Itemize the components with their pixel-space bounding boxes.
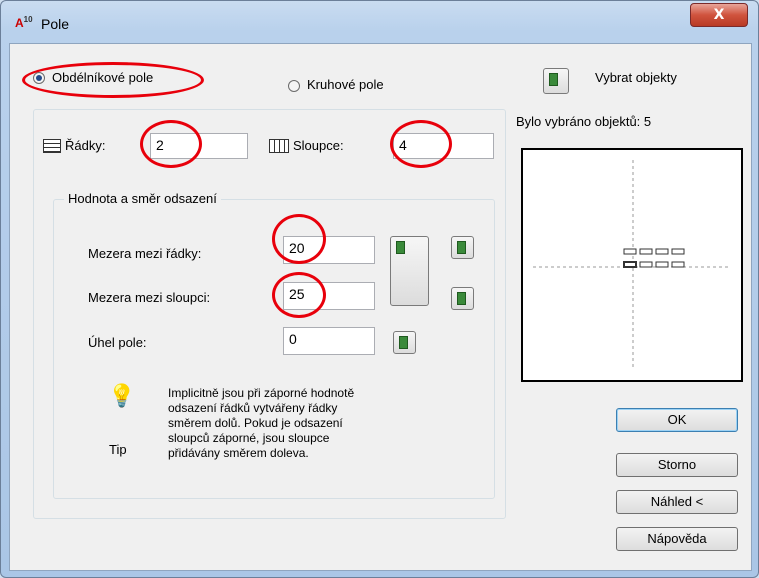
app-icon-version: 10: [23, 15, 33, 24]
rows-icon: [43, 139, 61, 153]
annotation-circle-mode: [22, 62, 204, 98]
annotation-circle-column-spacing: [272, 272, 326, 318]
ok-button[interactable]: OK: [616, 408, 738, 432]
tip-label: Tip: [109, 442, 127, 457]
columns-label: Sloupce:: [293, 138, 344, 153]
preview-button[interactable]: Náhled <: [616, 490, 738, 514]
pick-both-offsets-button[interactable]: [390, 236, 429, 306]
close-button[interactable]: X: [690, 3, 748, 27]
select-objects-button[interactable]: [543, 68, 569, 94]
tip-line: odsazení řádků vytvářeny řádky: [168, 401, 338, 415]
polar-array-radio[interactable]: [288, 80, 300, 92]
annotation-circle-rows: [140, 120, 202, 168]
help-button[interactable]: Nápověda: [616, 527, 738, 551]
annotation-circle-row-spacing: [272, 214, 326, 264]
pick-row-offset-button[interactable]: [451, 236, 474, 259]
offset-group-title: Hodnota a směr odsazení: [64, 191, 221, 206]
window-title: Pole: [41, 16, 70, 32]
dialog-window: A10 Pole X Obdélníkové pole Kruhové pole…: [0, 0, 759, 578]
selected-count-text: Bylo vybráno objektů: 5: [516, 114, 652, 129]
lightbulb-icon: 💡: [108, 384, 136, 409]
annotation-circle-columns: [390, 120, 452, 168]
tip-line: Implicitně jsou při záporné hodnotě: [168, 386, 355, 400]
select-objects-label: Vybrat objekty: [595, 70, 677, 85]
column-spacing-label: Mezera mezi sloupci:: [88, 290, 211, 305]
tip-line: směrem dolů. Pokud je odsazení: [168, 416, 343, 430]
tip-text: Implicitně jsou při záporné hodnotě odsa…: [168, 386, 354, 461]
tip-line: sloupců záporné, jsou sloupce: [168, 431, 330, 445]
angle-input[interactable]: 0: [283, 327, 375, 355]
columns-icon: [269, 139, 289, 153]
pick-column-offset-button[interactable]: [451, 287, 474, 310]
polar-array-label[interactable]: Kruhové pole: [307, 77, 384, 92]
rows-label: Řádky:: [65, 138, 106, 153]
row-spacing-label: Mezera mezi řádky:: [88, 246, 202, 261]
title-bar[interactable]: A10 Pole X: [1, 1, 758, 43]
pick-angle-button[interactable]: [393, 331, 416, 354]
app-icon-text: A: [15, 16, 24, 30]
preview-drawing: [533, 160, 731, 370]
dialog-body: Obdélníkové pole Kruhové pole Vybrat obj…: [9, 43, 752, 571]
array-preview: [521, 148, 743, 382]
cancel-button[interactable]: Storno: [616, 453, 738, 477]
app-icon: A10: [15, 15, 37, 31]
tip-line: přidávány směrem doleva.: [168, 446, 309, 460]
angle-label: Úhel pole:: [88, 335, 147, 350]
